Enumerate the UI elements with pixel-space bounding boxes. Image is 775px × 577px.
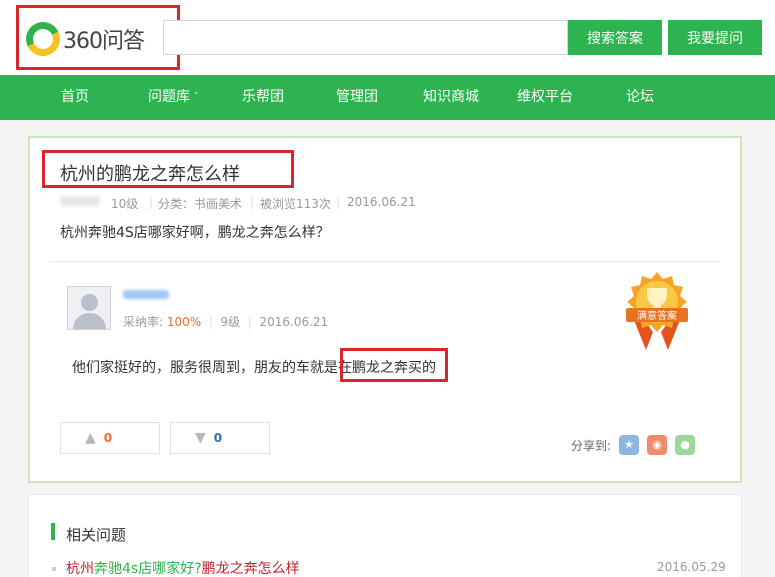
related-section-title: 相关问题 bbox=[66, 526, 127, 544]
ask-question-button[interactable]: 我要提问 bbox=[668, 20, 762, 55]
nav-label: 管理团 bbox=[336, 89, 378, 105]
logo-highlight-box bbox=[16, 5, 180, 70]
thumbs-up-icon: ▲ bbox=[85, 430, 96, 446]
nav-item-home[interactable]: 首页 bbox=[61, 75, 89, 120]
meta-separator: | bbox=[149, 195, 154, 209]
like-button[interactable]: ▲ 0 bbox=[60, 422, 160, 454]
chevron-down-icon: ˅ bbox=[194, 92, 199, 102]
meta-separator: | bbox=[336, 195, 341, 209]
nav-label: 问题库 bbox=[148, 89, 190, 105]
title-highlight-box bbox=[42, 150, 294, 188]
nav-item-admin[interactable]: 管理团 bbox=[336, 75, 378, 120]
question-description: 杭州奔驰4S店哪家好啊，鹏龙之奔怎么样？ bbox=[60, 225, 330, 241]
weibo-share-icon[interactable]: ◉ bbox=[647, 435, 667, 455]
related-question-date: 2016.05.29 bbox=[657, 560, 726, 574]
badge-text: 满意答案 bbox=[637, 309, 677, 322]
satisfied-answer-badge-icon: 满意答案 bbox=[626, 272, 688, 350]
link-text: 奔驰4s店哪家好? bbox=[94, 561, 202, 577]
nav-label: 论坛 bbox=[626, 89, 654, 105]
related-question-link[interactable]: 杭州奔驰4s店哪家好?鹏龙之奔怎么样 bbox=[66, 558, 300, 577]
meta-separator: | bbox=[243, 315, 256, 329]
accept-rate-label: 采纳率: bbox=[123, 315, 164, 329]
search-button[interactable]: 搜索答案 bbox=[568, 20, 662, 55]
answer-meta: 采纳率: 100% | 9级 | 2016.06.21 bbox=[123, 313, 328, 330]
dislike-count: 0 bbox=[213, 431, 223, 445]
answer-date: 2016.06.21 bbox=[259, 315, 329, 329]
nav-label: 维权平台 bbox=[517, 89, 573, 105]
nav-label: 知识商城 bbox=[423, 89, 479, 105]
like-count: 0 bbox=[103, 431, 113, 445]
nav-item-rights[interactable]: 维权平台 bbox=[517, 75, 573, 120]
asker-name-blurred bbox=[60, 195, 100, 209]
main-nav: 首页 问题库 ˅ 乐帮团 管理团 知识商城 维权平台 论坛 bbox=[0, 75, 775, 166]
link-keyword: 鹏龙之奔怎么样 bbox=[201, 561, 300, 577]
avatar-head-icon bbox=[81, 294, 98, 311]
qzone-share-icon[interactable]: ★ bbox=[619, 435, 639, 455]
question-level: 10级 bbox=[111, 197, 139, 211]
section-accent-bar bbox=[51, 523, 55, 540]
meta-separator: | bbox=[205, 315, 217, 329]
answerer-avatar[interactable] bbox=[67, 286, 111, 330]
question-date: 2016.06.21 bbox=[347, 195, 416, 209]
link-keyword: 杭州 bbox=[66, 561, 94, 577]
nav-item-question-bank[interactable]: 问题库 ˅ bbox=[148, 75, 199, 120]
answerer-level: 9级 bbox=[220, 315, 241, 329]
answerer-name-blurred[interactable] bbox=[123, 290, 169, 299]
wechat-share-icon[interactable]: ● bbox=[675, 435, 695, 455]
accept-rate-value: 100% bbox=[166, 315, 202, 329]
answer-highlight-box bbox=[340, 348, 448, 382]
meta-separator: | bbox=[250, 195, 255, 209]
share-label: 分享到: bbox=[571, 439, 612, 453]
nav-label: 首页 bbox=[61, 89, 89, 105]
search-input[interactable] bbox=[163, 20, 568, 55]
dislike-button[interactable]: ▼ 0 bbox=[170, 422, 270, 454]
nav-label: 乐帮团 bbox=[242, 89, 284, 105]
nav-item-store[interactable]: 知识商城 bbox=[423, 75, 479, 120]
thumbs-down-icon: ▼ bbox=[195, 430, 206, 446]
list-bullet bbox=[52, 567, 56, 571]
divider bbox=[50, 261, 720, 262]
nav-item-lebang[interactable]: 乐帮团 bbox=[242, 75, 284, 120]
avatar-body-icon bbox=[73, 313, 106, 329]
question-category: 分类：书画美术 bbox=[158, 197, 243, 211]
question-views: 被浏览113次 bbox=[260, 197, 331, 211]
nav-item-forum[interactable]: 论坛 bbox=[626, 75, 654, 120]
